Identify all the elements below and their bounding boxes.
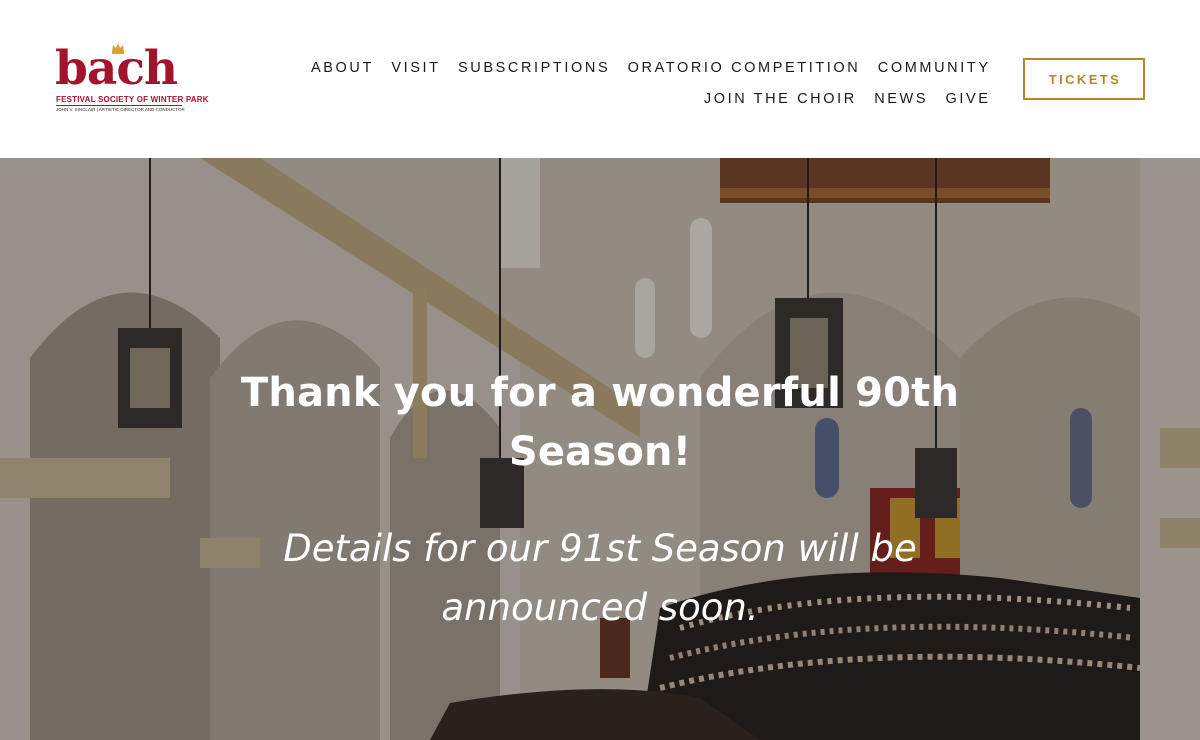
nav-item-visit[interactable]: VISIT — [391, 60, 440, 76]
nav-item-oratorio-competition[interactable]: ORATORIO COMPETITION — [628, 60, 861, 76]
tickets-button[interactable]: TICKETS — [1023, 58, 1145, 100]
nav-item-about[interactable]: ABOUT — [311, 60, 374, 76]
nav-row-secondary: JOIN THE CHOIR NEWS GIVE — [268, 83, 988, 114]
main-navigation: ABOUT VISIT SUBSCRIPTIONS ORATORIO COMPE… — [268, 52, 988, 114]
logo-wordmark: bach — [55, 41, 178, 96]
logo-divider — [56, 105, 182, 106]
hero-subtitle: Details for our 91st Season will be anno… — [283, 527, 917, 629]
nav-item-give[interactable]: GIVE — [946, 91, 991, 107]
nav-item-community[interactable]: COMMUNITY — [878, 60, 991, 76]
nav-item-join-the-choir[interactable]: JOIN THE CHOIR — [704, 91, 857, 107]
nav-row-primary: ABOUT VISIT SUBSCRIPTIONS ORATORIO COMPE… — [268, 52, 988, 83]
logo-subtitle: FESTIVAL SOCIETY OF WINTER PARK — [56, 95, 209, 104]
logo-credit: JOHN V. SINCLAIR | ARTISTIC DIRECTOR AND… — [56, 107, 185, 112]
site-header: bach FESTIVAL SOCIETY OF WINTER PARK JOH… — [0, 0, 1200, 158]
nav-item-news[interactable]: NEWS — [874, 91, 928, 107]
hero-banner: Thank you for a wonderful 90th Season! D… — [0, 158, 1200, 740]
hero-title: Thank you for a wonderful 90th Season! — [240, 370, 960, 475]
nav-item-subscriptions[interactable]: SUBSCRIPTIONS — [458, 60, 610, 76]
site-logo[interactable]: bach FESTIVAL SOCIETY OF WINTER PARK JOH… — [54, 41, 209, 116]
